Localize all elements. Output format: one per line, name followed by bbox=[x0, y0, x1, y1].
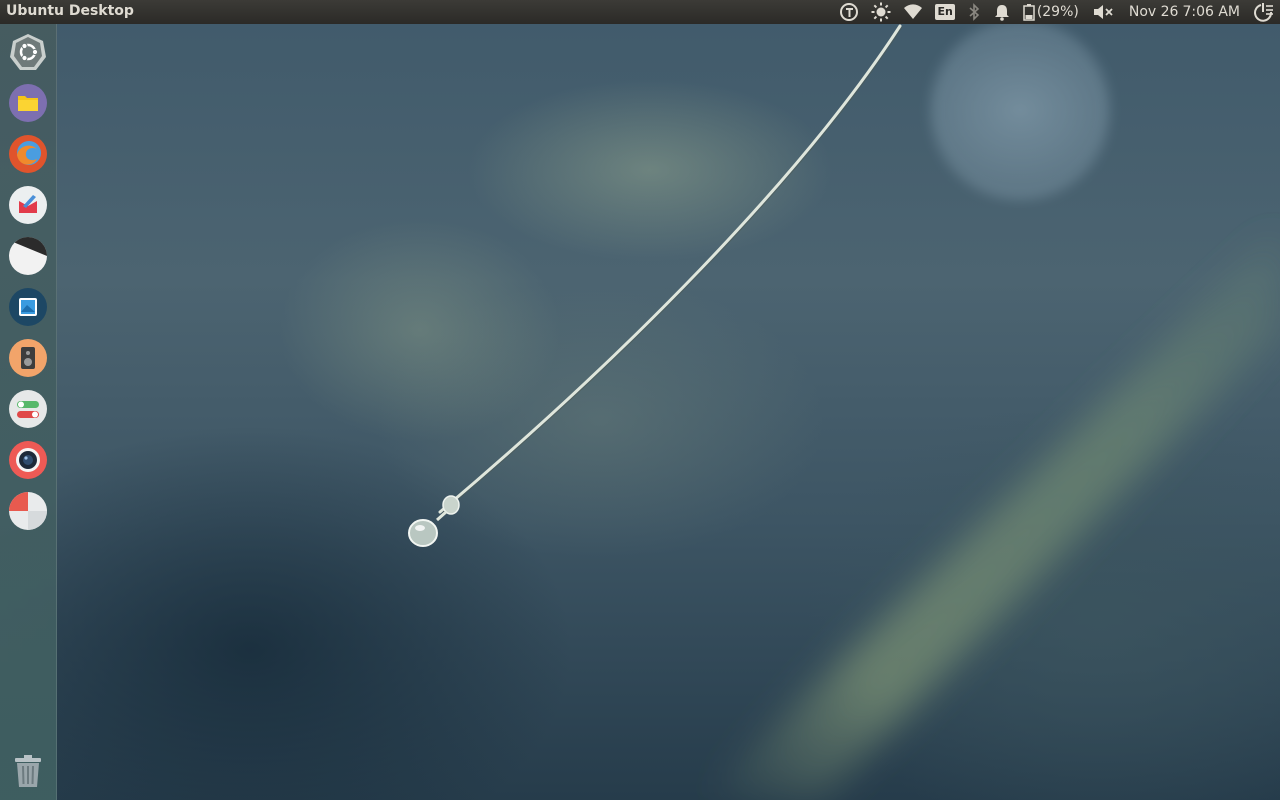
launcher-item-speaker-app[interactable] bbox=[9, 339, 47, 377]
image-viewer-icon bbox=[9, 288, 47, 326]
app-half-circle-icon bbox=[9, 237, 47, 275]
bluetooth-icon[interactable] bbox=[961, 0, 987, 24]
time-label: 7:06 AM bbox=[1182, 4, 1240, 20]
indicator-area: En (29%) Nov 26 7:06 AM bbox=[833, 0, 1280, 24]
datetime-indicator[interactable]: Nov 26 7:06 AM bbox=[1121, 0, 1248, 24]
battery-indicator[interactable]: (29%) bbox=[1017, 0, 1087, 24]
wallpaper-art bbox=[408, 20, 1280, 800]
battery-icon bbox=[1023, 4, 1035, 21]
launcher-item-app-half-circle[interactable] bbox=[9, 237, 47, 275]
pie-chart-app-icon bbox=[9, 492, 47, 530]
system-settings-toggles-icon bbox=[9, 390, 47, 428]
firefox-icon bbox=[9, 135, 47, 173]
launcher-item-trash[interactable] bbox=[13, 754, 43, 788]
files-icon bbox=[9, 84, 47, 122]
top-panel: Ubuntu Desktop En (29%) Nov 26 7:06 AM bbox=[0, 0, 1280, 24]
desktop-screen: Ubuntu Desktop En (29%) Nov 26 7:06 AM bbox=[0, 0, 1280, 800]
notification-bell-icon[interactable] bbox=[987, 0, 1017, 24]
trash-icon bbox=[15, 755, 41, 787]
wifi-icon[interactable] bbox=[897, 0, 929, 24]
launcher-item-text-editor[interactable] bbox=[9, 186, 47, 224]
battery-percent: (29%) bbox=[1036, 4, 1079, 20]
launcher bbox=[0, 24, 57, 800]
launcher-item-firefox[interactable] bbox=[9, 135, 47, 173]
launcher-item-system-settings[interactable] bbox=[9, 390, 47, 428]
session-menu-icon[interactable] bbox=[1248, 0, 1280, 24]
launcher-item-pie-chart-app[interactable] bbox=[9, 492, 47, 530]
panel-title: Ubuntu Desktop bbox=[6, 3, 134, 19]
launcher-item-dash-home[interactable] bbox=[9, 33, 47, 71]
volume-muted-icon[interactable] bbox=[1087, 0, 1121, 24]
keyboard-layout-icon[interactable]: En bbox=[929, 0, 960, 24]
camera-icon bbox=[9, 441, 47, 479]
keyboard-layout-label: En bbox=[935, 4, 955, 20]
launcher-item-image-viewer[interactable] bbox=[9, 288, 47, 326]
brightness-icon[interactable] bbox=[865, 0, 897, 24]
date-label: Nov 26 bbox=[1128, 4, 1179, 20]
speaker-app-icon bbox=[9, 339, 47, 377]
dash-home-icon bbox=[10, 34, 46, 70]
desktop-wallpaper bbox=[0, 0, 1280, 800]
update-indicator-icon[interactable] bbox=[833, 0, 865, 24]
text-editor-icon bbox=[9, 186, 47, 224]
launcher-item-files[interactable] bbox=[9, 84, 47, 122]
launcher-item-camera[interactable] bbox=[9, 441, 47, 479]
